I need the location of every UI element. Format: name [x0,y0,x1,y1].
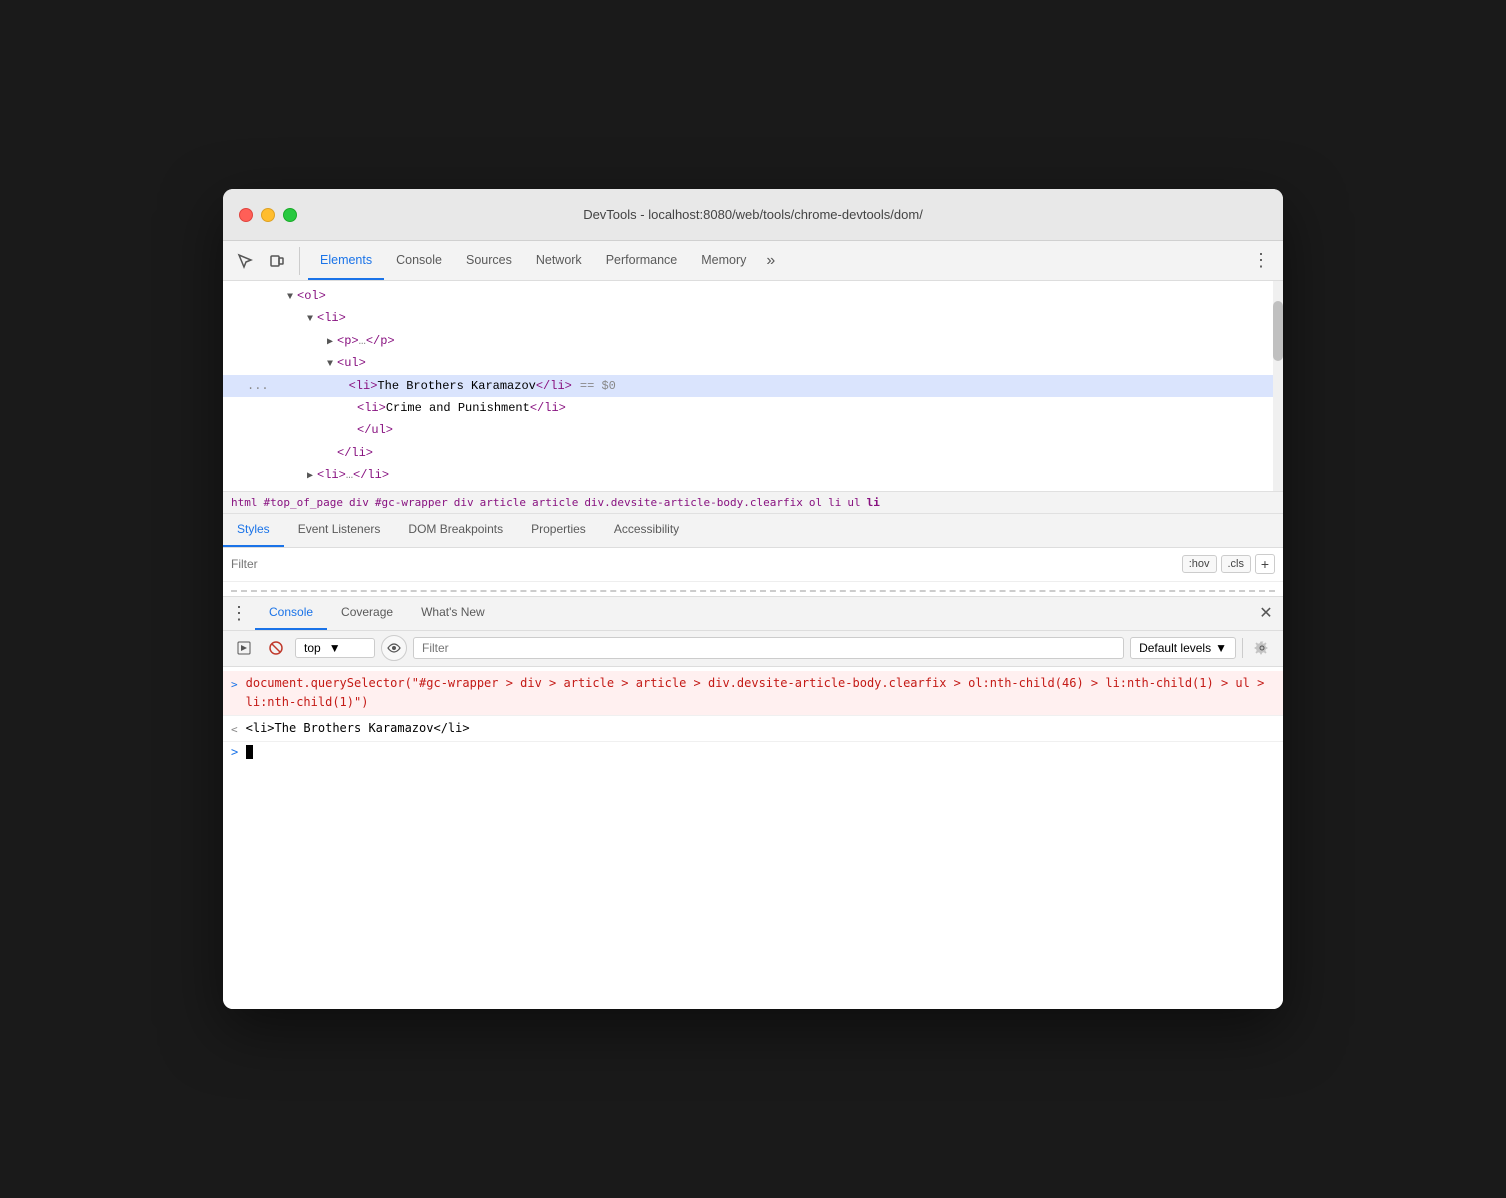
tab-elements[interactable]: Elements [308,241,384,280]
cls-button[interactable]: .cls [1221,555,1252,573]
breadcrumb-item-ol[interactable]: ol [809,496,822,509]
collapse-triangle[interactable]: ▶ [323,334,337,351]
breadcrumb-item-div1[interactable]: div [349,496,369,509]
dom-line: ▼ <ul> [223,352,1283,374]
breadcrumb: html #top_of_page div #gc-wrapper div ar… [223,491,1283,514]
console-caret: > [231,745,238,759]
traffic-lights [239,208,297,222]
breadcrumb-item-li1[interactable]: li [828,496,841,509]
dom-line: ▼ <ol> [223,285,1283,307]
drawer-close-button[interactable]: ✕ [1249,597,1283,630]
tab-console[interactable]: Console [384,241,454,280]
styles-dashed-area [223,582,1283,596]
styles-filter-input[interactable] [231,557,1182,571]
drawer-tab-coverage[interactable]: Coverage [327,597,407,630]
collapse-triangle[interactable]: ▶ [303,468,317,485]
titlebar: DevTools - localhost:8080/web/tools/chro… [223,189,1283,241]
console-result-arrow: < [231,721,238,739]
context-selector[interactable]: top ▼ [295,638,375,658]
dom-line: ▶ <li>…</li> [223,464,1283,486]
dom-line-highlighted[interactable]: ... <li>The Brothers Karamazov</li> == $… [223,375,1283,397]
dom-line: ▶ <p>…</p> [223,330,1283,352]
filter-buttons: :hov .cls + [1182,554,1275,574]
console-cursor [246,745,253,759]
console-block-button[interactable] [263,635,289,661]
tab-dom-breakpoints[interactable]: DOM Breakpoints [394,514,517,547]
collapse-triangle[interactable]: ▼ [303,311,317,328]
add-style-button[interactable]: + [1255,554,1275,574]
breadcrumb-item-gc-wrapper[interactable]: #gc-wrapper [375,496,448,509]
dom-line: </ul> [223,419,1283,441]
minimize-button[interactable] [261,208,275,222]
window-title: DevTools - localhost:8080/web/tools/chro… [583,207,923,222]
console-eye-button[interactable] [381,635,407,661]
console-input-line[interactable]: > [223,742,1283,762]
tab-memory[interactable]: Memory [689,241,758,280]
main-toolbar: Elements Console Sources Network Perform… [223,241,1283,281]
breadcrumb-item-ul[interactable]: ul [847,496,860,509]
drawer-tab-console[interactable]: Console [255,597,327,630]
console-result-line: < <li>The Brothers Karamazov</li> [223,716,1283,743]
console-result-text: <li>The Brothers Karamazov</li> [246,719,470,738]
scrollbar-track[interactable] [1273,281,1283,491]
maximize-button[interactable] [283,208,297,222]
breadcrumb-item-article2[interactable]: article [532,496,578,509]
inspect-icon[interactable] [231,247,259,275]
bottom-drawer: ⋮ Console Coverage What's New ✕ [223,596,1283,876]
tab-sources[interactable]: Sources [454,241,524,280]
tab-properties[interactable]: Properties [517,514,600,547]
scrollbar-thumb[interactable] [1273,301,1283,361]
console-command-line: > document.querySelector("#gc-wrapper > … [223,671,1283,716]
toolbar-right: ⋮ [1247,247,1275,275]
styles-filter-bar: :hov .cls + [223,548,1283,582]
styles-tabs-bar: Styles Event Listeners DOM Breakpoints P… [223,514,1283,548]
breadcrumb-item-html[interactable]: html [231,496,258,509]
dom-line: ▼ <li> [223,307,1283,329]
console-output[interactable]: > document.querySelector("#gc-wrapper > … [223,667,1283,876]
styles-dashed-separator [231,590,1275,592]
console-input-arrow: > [231,676,238,694]
breadcrumb-item-li-active[interactable]: li [867,496,880,509]
devtools-panel: Elements Console Sources Network Perform… [223,241,1283,1009]
main-tabs: Elements Console Sources Network Perform… [308,241,783,280]
tab-network[interactable]: Network [524,241,594,280]
tab-event-listeners[interactable]: Event Listeners [284,514,395,547]
breadcrumb-item-div-clearfix[interactable]: div.devsite-article-body.clearfix [584,496,803,509]
tab-performance[interactable]: Performance [594,241,690,280]
breadcrumb-item-div2[interactable]: div [454,496,474,509]
devtools-window: DevTools - localhost:8080/web/tools/chro… [223,189,1283,1009]
separator [1242,638,1243,658]
hov-button[interactable]: :hov [1182,555,1217,573]
dom-tree-panel[interactable]: ▼ <ol> ▼ <li> ▶ <p>…</p> ▼ <ul> [223,281,1283,491]
device-toolbar-icon[interactable] [263,247,291,275]
tab-accessibility[interactable]: Accessibility [600,514,693,547]
console-settings-button[interactable] [1249,635,1275,661]
drawer-tabs-bar: ⋮ Console Coverage What's New ✕ [223,597,1283,631]
devtools-menu-button[interactable]: ⋮ [1247,247,1275,275]
console-toolbar: top ▼ Default levels ▼ [223,631,1283,667]
dom-line: <li>Crime and Punishment</li> [223,397,1283,419]
collapse-triangle[interactable]: ▼ [283,289,297,306]
console-filter-input[interactable] [413,637,1124,659]
toolbar-icons [231,247,300,275]
more-tabs-button[interactable]: » [758,241,783,280]
console-levels-button[interactable]: Default levels ▼ [1130,637,1236,659]
console-execute-button[interactable] [231,635,257,661]
dom-line: </li> [223,442,1283,464]
breadcrumb-item-article1[interactable]: article [480,496,526,509]
breadcrumb-item-top-of-page[interactable]: #top_of_page [264,496,343,509]
close-button[interactable] [239,208,253,222]
collapse-triangle[interactable]: ▼ [323,356,337,373]
drawer-more-button[interactable]: ⋮ [223,597,255,630]
tab-styles[interactable]: Styles [223,514,284,547]
console-command-text: document.querySelector("#gc-wrapper > di… [246,674,1275,712]
drawer-tab-whats-new[interactable]: What's New [407,597,499,630]
